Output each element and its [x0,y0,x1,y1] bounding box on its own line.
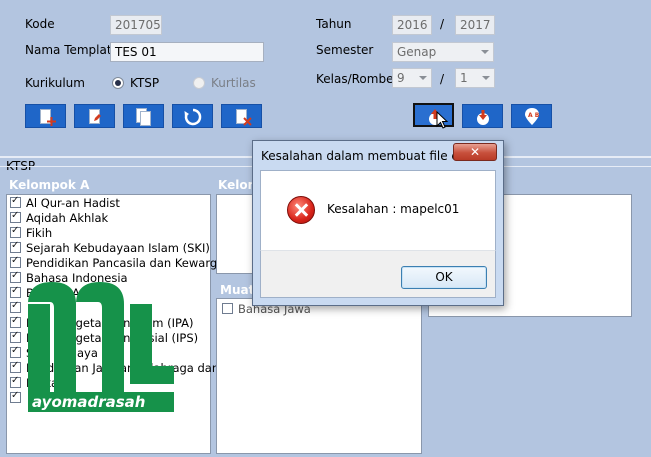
nama-template-label: Nama Template [25,43,119,57]
checkbox[interactable] [10,256,21,268]
close-icon: ✕ [469,145,481,159]
ayomadrasah-logo: ayomadrasah [28,282,174,422]
tahun-start-field[interactable]: 2016 [392,15,432,35]
dialog-close-button[interactable]: ✕ [453,143,497,161]
map-marker-ab-icon: A B [525,108,540,125]
kelas-rombel-label: Kelas/Rombel [316,72,397,86]
pencil-icon [94,114,101,121]
list-item[interactable]: Aqidah Akhlak [10,211,108,226]
download-button[interactable] [462,104,503,128]
semester-value: Genap [397,45,437,59]
list-item-label: Aqidah Akhlak [26,211,109,225]
checkbox[interactable] [10,211,21,223]
copy-template-button[interactable] [123,104,164,128]
list-item[interactable] [10,391,26,406]
list-item-label: Al Qur-an Hadist [26,196,120,210]
list-item-label: Pendidikan Pancasila dan Kewarganeg [26,256,246,270]
kelas-select[interactable]: 9 [392,68,432,88]
dialog-body: Kesalahan : mapelc01 [260,170,496,250]
list-item[interactable]: Al Qur-an Hadist [10,196,120,211]
plus-icon [47,117,56,126]
kurikulum-option-kurtilas-label: Kurtilas [211,76,256,90]
list-item-label: Fikih [26,226,53,240]
checkbox[interactable] [10,316,21,328]
checkbox[interactable] [10,271,21,283]
dialog-footer: OK [260,250,496,298]
checkbox[interactable] [10,331,21,343]
error-dialog: Kesalahan dalam membuat file ex... ✕ Kes… [252,140,504,306]
refresh-icon [184,108,202,126]
rombel-separator: / [440,72,445,86]
kurikulum-label: Kurikulum [25,76,85,90]
list-item[interactable]: Fikih [10,226,52,241]
chevron-down-icon [481,50,489,54]
list-item-label: Sejarah Kebudayaan Islam (SKI) [26,241,210,255]
checkbox[interactable] [10,376,21,388]
error-icon [287,196,315,224]
tahun-separator: / [440,17,445,31]
checkbox[interactable] [10,361,21,373]
refresh-button[interactable] [172,104,213,128]
checkbox[interactable] [10,241,21,253]
download-icon [477,110,489,125]
ayomadrasah-logo-text: ayomadrasah [32,393,146,411]
dialog-title: Kesalahan dalam membuat file ex... [261,149,478,163]
list-item[interactable] [10,301,26,316]
checkbox[interactable] [10,196,21,208]
new-template-button[interactable] [25,104,66,128]
rombel-select[interactable]: 1 [455,68,495,88]
kode-label: Kode [25,17,55,31]
muatan-lokal-list[interactable]: Bahasa Jawa [216,298,422,454]
chevron-down-icon [482,76,490,80]
tahun-end-field[interactable]: 2017 [455,15,495,35]
mouse-cursor-icon [436,111,449,129]
semester-select[interactable]: Genap [392,42,494,62]
tahun-label: Tahun [316,17,352,31]
checkbox[interactable] [10,301,21,313]
kelompok-a-header: Kelompok A [9,178,90,192]
checkbox[interactable] [10,391,21,403]
kelas-value: 9 [397,71,405,85]
kurikulum-option-ktsp-label: KTSP [130,76,160,90]
kurikulum-radio-kurtilas[interactable] [193,77,205,89]
checkbox[interactable] [222,303,233,314]
kode-field[interactable]: 20170500 [110,15,162,35]
ml-logo-mark-icon [28,282,174,392]
delete-template-button[interactable] [221,104,262,128]
list-item[interactable]: Sejarah Kebudayaan Islam (SKI) [10,241,210,256]
close-icon [243,117,252,126]
checkbox[interactable] [10,226,21,238]
error-message: Kesalahan : mapelc01 [327,202,460,216]
kurikulum-radio-ktsp[interactable] [112,77,124,89]
list-item[interactable]: Pendidikan Pancasila dan Kewarganeg [10,256,246,271]
nama-template-field[interactable]: TES 01 [110,42,264,62]
checkbox[interactable] [10,346,21,358]
edit-template-button[interactable] [74,104,115,128]
upload-button[interactable] [413,103,454,129]
chevron-down-icon [419,76,427,80]
rombel-value: 1 [460,71,468,85]
semester-label: Semester [316,43,374,57]
ok-button[interactable]: OK [401,266,487,289]
checkbox[interactable] [10,286,21,298]
map-marker-button[interactable]: A B [511,104,552,128]
svg-text:A B: A B [528,112,540,119]
